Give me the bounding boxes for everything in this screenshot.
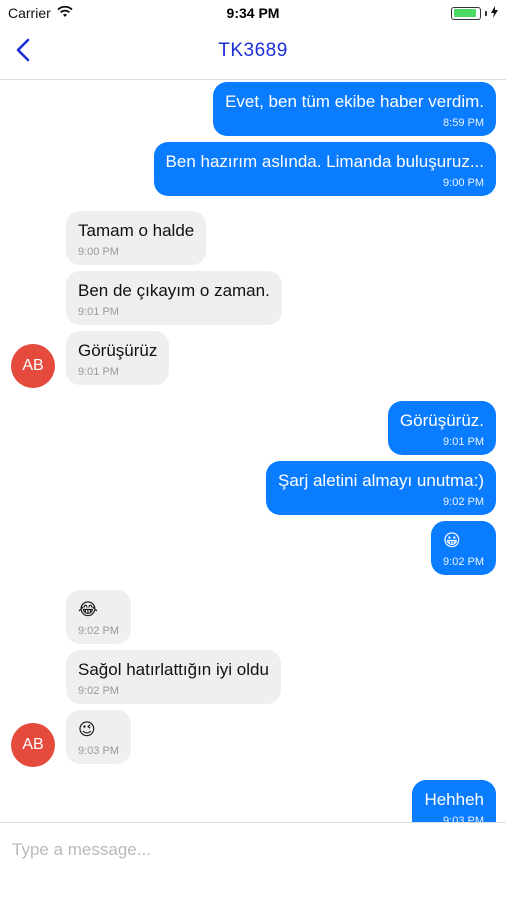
message-text: Görüşürüz. [399, 411, 484, 430]
message-list[interactable]: Evet, ben tüm ekibe haber verdim. 8:59 P… [0, 80, 506, 822]
nav-bar: TK3689 [0, 26, 506, 80]
message-time: 9:03 PM [443, 815, 484, 822]
message-bubble-incoming[interactable]: Tamam o halde 9:00 PM [66, 211, 207, 265]
message-text: Görüşürüz [78, 341, 158, 360]
message-bubble-incoming[interactable]: 😉 9:03 PM [66, 710, 131, 764]
message-bubble-incoming[interactable]: Görüşürüz 9:01 PM [66, 331, 170, 385]
message-input[interactable] [12, 835, 492, 865]
message-bubble-incoming[interactable]: 😂 9:02 PM [66, 590, 131, 644]
battery-tip [485, 10, 487, 16]
message-bubble-outgoing[interactable]: Ben hazırım aslında. Limanda buluşuruz..… [153, 142, 496, 196]
message-time: 9:02 PM [443, 496, 484, 508]
message-text: Ben hazırım aslında. Limanda buluşuruz..… [165, 152, 484, 171]
message-bubble-incoming[interactable]: Sağol hatırlattığın iyi oldu 9:02 PM [66, 650, 281, 704]
battery-level [453, 9, 476, 17]
battery-icon [451, 6, 481, 20]
avatar[interactable]: AB [11, 723, 55, 767]
message-time: 9:01 PM [78, 366, 119, 378]
message-composer [0, 822, 506, 900]
message-text: Sağol hatırlattığın iyi oldu [78, 660, 269, 679]
message-time: 9:00 PM [443, 177, 484, 189]
message-bubble-outgoing[interactable]: Şarj aletini almayı unutma:) 9:02 PM [266, 461, 496, 515]
message-time: 9:00 PM [78, 246, 119, 258]
status-bar: Carrier 9:34 PM [0, 0, 506, 26]
message-bubble-outgoing[interactable]: Hehheh 9:03 PM [412, 780, 496, 822]
message-text: Ben de çıkayım o zaman. [78, 281, 270, 300]
message-text: Evet, ben tüm ekibe haber verdim. [225, 92, 484, 111]
message-time: 9:01 PM [443, 436, 484, 448]
message-bubble-outgoing[interactable]: Evet, ben tüm ekibe haber verdim. 8:59 P… [213, 82, 496, 136]
message-time: 8:59 PM [443, 117, 484, 129]
message-time: 9:02 PM [443, 556, 484, 568]
message-time: 9:02 PM [78, 625, 119, 637]
status-time: 9:34 PM [226, 5, 280, 21]
message-bubble-outgoing[interactable]: Görüşürüz. 9:01 PM [387, 401, 496, 455]
message-time: 9:01 PM [78, 306, 119, 318]
avatar[interactable]: AB [11, 344, 55, 388]
status-right [451, 5, 498, 21]
message-text: Tamam o halde [78, 221, 195, 240]
message-bubble-outgoing[interactable]: 😀 9:02 PM [431, 521, 496, 575]
message-text-emoji: 😀 [443, 531, 461, 550]
message-text: Hehheh [424, 790, 484, 809]
message-text-emoji: 😂 [78, 600, 98, 619]
message-time: 9:03 PM [78, 745, 119, 757]
message-bubble-incoming[interactable]: Ben de çıkayım o zaman. 9:01 PM [66, 271, 282, 325]
message-time: 9:02 PM [78, 685, 119, 697]
conversation-title: TK3689 [218, 40, 288, 61]
charging-icon [491, 5, 498, 21]
message-text: Şarj aletini almayı unutma:) [278, 471, 484, 490]
message-text-emoji: 😉 [78, 720, 96, 739]
